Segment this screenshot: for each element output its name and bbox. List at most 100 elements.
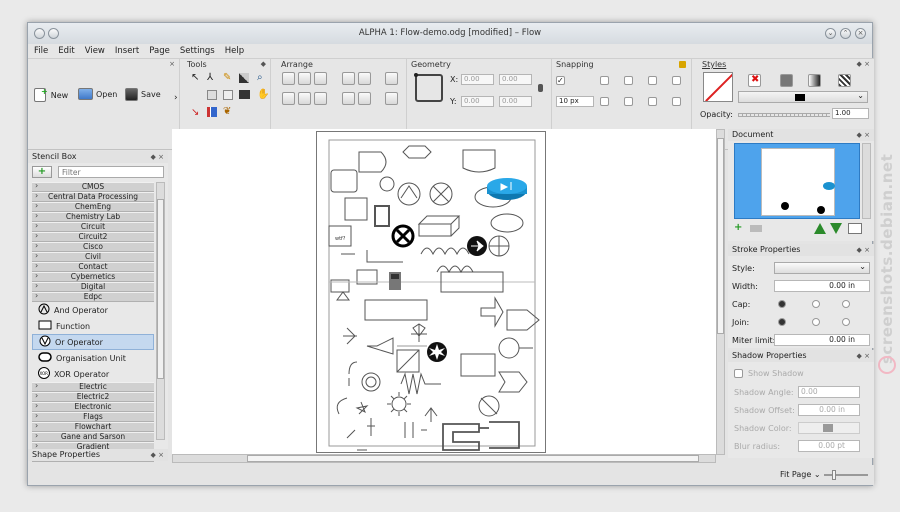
blur-radius-spin[interactable]: 0.00 pt [798,440,860,452]
snap-orthogonal-checkbox[interactable] [600,97,609,106]
snap-enable-checkbox[interactable]: ✓ [556,76,565,85]
align-top-icon[interactable] [282,92,295,105]
stencil-category[interactable]: Edpc [32,292,154,302]
snap-connection-checkbox[interactable] [672,97,681,106]
width-spin[interactable]: 0.00 [499,74,532,85]
new-button[interactable]: + New [34,87,68,102]
zoom-tool-icon[interactable]: ⌕ [257,72,263,83]
stencil-category[interactable]: Flags [32,412,154,422]
stencil-category[interactable]: Circuit [32,222,154,232]
menu-insert[interactable]: Insert [115,44,139,58]
menu-file[interactable]: File [34,44,48,58]
snap-bbox-checkbox[interactable] [672,76,681,85]
stencil-category[interactable]: Gane and Sarson [32,432,154,442]
stencil-category[interactable]: Chemistry Lab [32,212,154,222]
add-stencil-button[interactable]: + [32,166,52,178]
stencil-category[interactable]: Electric [32,382,154,392]
gradient-fill-icon[interactable] [808,74,821,87]
overflow-arrow-icon[interactable]: › [174,93,178,103]
align-middle-icon[interactable] [298,92,311,105]
snap-grid-checkbox[interactable] [600,76,609,85]
document-scrollbar[interactable] [862,143,871,219]
shadow-angle-select[interactable]: 0.00 [798,386,860,398]
page-view-icon[interactable] [848,223,862,234]
open-button[interactable]: Open [78,88,117,100]
lower-icon[interactable] [358,72,371,85]
stencil-filter-input[interactable] [58,166,164,178]
join-round-radio[interactable] [812,318,820,326]
group-icon[interactable] [385,72,398,85]
path-tool-icon[interactable]: ⅄ [207,72,213,83]
page[interactable]: wtf? [316,131,546,453]
y-position-spin[interactable]: 0.00 [461,96,494,107]
show-shadow-checkbox[interactable] [734,369,743,378]
snap-extension-checkbox[interactable] [624,97,633,106]
cap-flat-radio[interactable] [778,300,786,308]
cap-round-radio[interactable] [812,300,820,308]
align-center-icon[interactable] [298,72,311,85]
align-bottom-icon[interactable] [314,92,327,105]
window-menu-icon[interactable] [34,28,45,39]
minimize-icon[interactable]: ⌄ [825,28,836,39]
move-page-up-icon[interactable] [814,223,826,234]
stencil-category[interactable]: ChemEng [32,202,154,212]
stencil-scrollbar[interactable] [156,182,165,440]
stencil-shape-item[interactable]: Function [32,318,154,334]
solid-fill-icon[interactable] [780,74,793,87]
join-bevel-radio[interactable] [842,318,850,326]
height-spin[interactable]: 0.00 [499,96,532,107]
stencil-category[interactable]: Cybernetics [32,272,154,282]
stencil-shape-item[interactable]: And Operator [32,302,154,318]
maximize-icon[interactable]: ⌃ [840,28,851,39]
stencil-shape-item[interactable]: Or Operator [32,334,154,350]
menu-settings[interactable]: Settings [180,44,215,58]
stencil-category[interactable]: Circuit2 [32,232,154,242]
pin-icon[interactable] [48,28,59,39]
cap-square-radio[interactable] [842,300,850,308]
gradient-tool-icon[interactable] [239,73,249,83]
shadow-offset-spin[interactable]: 0.00 in [798,404,860,416]
stencil-category[interactable]: Cisco [32,242,154,252]
menu-view[interactable]: View [85,44,105,58]
film-tool-icon[interactable] [239,90,250,99]
align-right-icon[interactable] [314,72,327,85]
x-position-spin[interactable]: 0.00 [461,74,494,85]
save-button[interactable]: Save [125,88,161,101]
stencil-shape-item[interactable]: Organisation Unit [32,350,154,366]
pattern-tool-icon[interactable] [207,90,217,100]
stencil-category[interactable]: Electronic [32,402,154,412]
shadow-color-select[interactable] [798,422,860,434]
move-page-down-icon[interactable] [830,223,842,234]
stroke-style-select[interactable]: ⌄ [774,262,870,274]
picture-tool-icon[interactable] [223,90,233,100]
document-thumbnail[interactable] [734,143,860,219]
menu-page[interactable]: Page [149,44,170,58]
snap-intersection-checkbox[interactable] [648,97,657,106]
opacity-spin[interactable]: 1.00 [832,108,869,119]
snap-distance-spin[interactable]: 10 px [556,96,594,107]
opacity-slider[interactable] [738,113,830,117]
canvas-vscroll[interactable] [716,129,725,455]
bring-front-icon[interactable] [342,92,355,105]
pattern-fill-icon[interactable] [838,74,851,87]
snap-guide-checkbox[interactable] [624,76,633,85]
connector-tool-icon[interactable]: ↘ [191,107,199,118]
menu-edit[interactable]: Edit [58,44,74,58]
no-fill-icon[interactable]: ✖ [748,74,761,87]
chart-tool-icon[interactable] [207,107,217,117]
stroke-width-spin[interactable]: 0.00 in [774,280,870,292]
ungroup-icon[interactable] [385,92,398,105]
stencil-category[interactable]: Digital [32,282,154,292]
pan-tool-icon[interactable]: ✋ [257,89,269,100]
send-back-icon[interactable] [358,92,371,105]
stencil-category[interactable]: Contact [32,262,154,272]
zoom-slider[interactable] [824,470,868,480]
select-tool-icon[interactable]: ↖ [191,72,199,83]
zoom-select[interactable]: Fit Page ⌄ [780,470,821,479]
stencil-category[interactable]: Flowchart [32,422,154,432]
raise-icon[interactable] [342,72,355,85]
anchor-point-icon[interactable] [414,73,443,102]
join-miter-radio[interactable] [778,318,786,326]
stencil-category[interactable]: Electric2 [32,392,154,402]
stencil-category[interactable]: Central Data Processing [32,192,154,202]
